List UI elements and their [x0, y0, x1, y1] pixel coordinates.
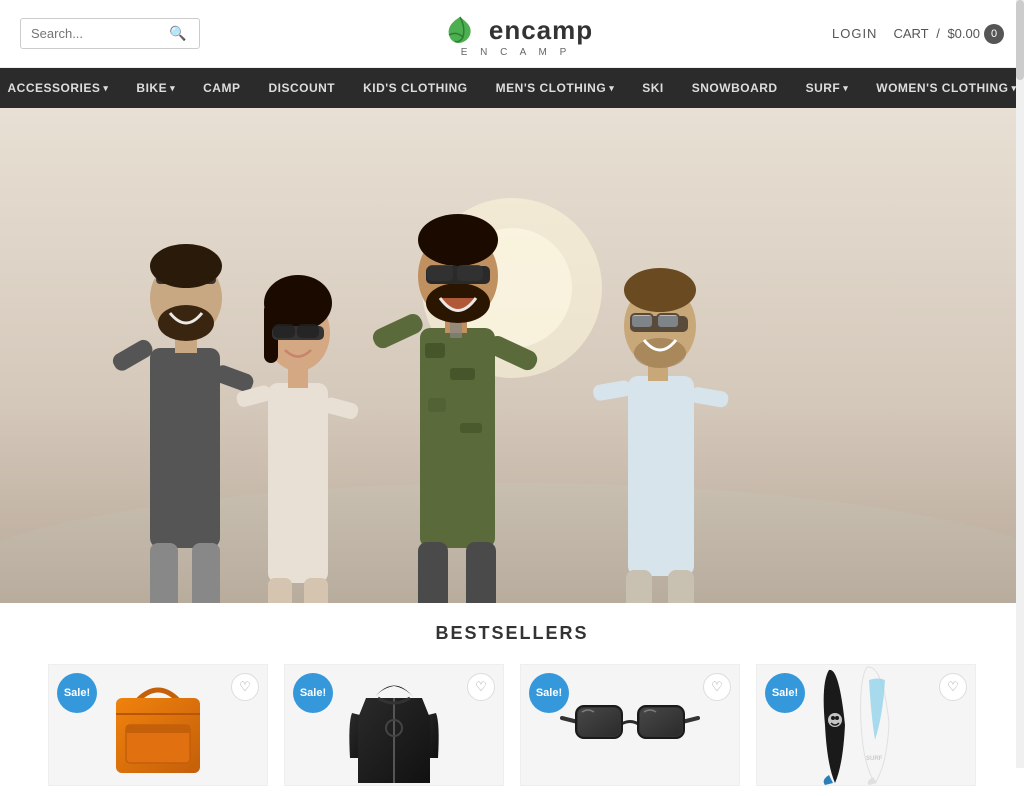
hero-banner	[0, 108, 1024, 603]
heart-icon-4: ♡	[947, 679, 959, 695]
wishlist-button-3[interactable]: ♡	[703, 673, 731, 701]
login-link[interactable]: LOGIN	[832, 26, 877, 41]
cart-link[interactable]: CART / $0.00 0	[893, 24, 1004, 44]
chevron-down-icon-bike: ▾	[170, 83, 175, 94]
heart-icon-3: ♡	[711, 679, 723, 695]
search-form[interactable]: 🔍	[20, 18, 200, 49]
product-image-area-4: Sale! ♡ SUR	[757, 665, 975, 785]
nav-label-camp: CAMP	[203, 81, 240, 95]
site-logo[interactable]: encamp E N C A M P	[439, 9, 593, 58]
site-header: 🔍 encamp E N C A M P LOGIN CART / $0.00 …	[0, 0, 1024, 68]
scrollbar-thumb[interactable]	[1016, 0, 1024, 80]
nav-label-ski: SKI	[642, 81, 664, 95]
scrollbar-track	[1016, 0, 1024, 768]
wishlist-button-4[interactable]: ♡	[939, 673, 967, 701]
nav-label-bike: BIKE	[136, 81, 167, 95]
nav-item-ski[interactable]: SKI	[628, 68, 678, 108]
wishlist-button-1[interactable]: ♡	[231, 673, 259, 701]
svg-text:SURF: SURF	[866, 756, 883, 762]
hero-image	[0, 108, 1024, 603]
cart-price: $0.00	[947, 26, 980, 41]
nav-label-discount: DISCOUNT	[268, 81, 335, 95]
nav-item-womens-clothing[interactable]: WOMEN'S CLOTHING ▾	[862, 68, 1024, 108]
sale-badge-3: Sale!	[529, 673, 569, 713]
logo-tagline: E N C A M P	[461, 47, 572, 58]
nav-label-kids-clothing: KID'S CLOTHING	[363, 81, 468, 95]
wishlist-button-2[interactable]: ♡	[467, 673, 495, 701]
nav-item-surf[interactable]: SURF ▾	[792, 68, 863, 108]
logo-image-wrap: encamp	[439, 9, 593, 51]
cart-label: CART	[893, 26, 928, 41]
nav-label-snowboard: SNOWBOARD	[692, 81, 778, 95]
sunglasses-product-image	[560, 690, 700, 760]
nav-item-bike[interactable]: BIKE ▾	[122, 68, 189, 108]
logo-leaf-icon	[439, 9, 481, 51]
nav-item-mens-clothing[interactable]: MEN'S CLOTHING ▾	[482, 68, 629, 108]
header-actions: LOGIN CART / $0.00 0	[832, 24, 1004, 44]
product-image-area-3: Sale! ♡	[521, 665, 739, 785]
nav-label-surf: SURF	[806, 81, 841, 95]
jacket-product-image	[344, 668, 444, 783]
sale-badge-2: Sale!	[293, 673, 333, 713]
cart-count-badge: 0	[984, 24, 1004, 44]
nav-item-accessories[interactable]: ACCESSORIES ▾	[0, 68, 122, 108]
search-button[interactable]: 🔍	[161, 19, 194, 48]
nav-item-camp[interactable]: CAMP	[189, 68, 254, 108]
nav-label-accessories: ACCESSORIES	[8, 81, 101, 95]
logo-text-group: encamp	[489, 15, 593, 46]
nav-label-womens-clothing: WOMEN'S CLOTHING	[876, 81, 1008, 95]
bestsellers-section: BESTSELLERS Sale! ♡	[0, 603, 1024, 796]
bag-product-image	[108, 670, 208, 780]
search-icon: 🔍	[169, 25, 186, 41]
product-image-area-2: Sale! ♡	[285, 665, 503, 785]
search-input[interactable]	[21, 20, 161, 47]
chevron-down-icon-mens: ▾	[609, 83, 614, 94]
cart-separator: /	[933, 26, 944, 41]
nav-item-discount[interactable]: DISCOUNT	[254, 68, 349, 108]
nav-item-kids-clothing[interactable]: KID'S CLOTHING	[349, 68, 482, 108]
chevron-down-icon-surf: ▾	[843, 83, 848, 94]
hero-background	[0, 108, 1024, 603]
heart-icon-1: ♡	[239, 679, 251, 695]
sale-badge-4: Sale!	[765, 673, 805, 713]
sale-badge-1: Sale!	[57, 673, 97, 713]
heart-icon-2: ♡	[475, 679, 487, 695]
product-image-area-1: Sale! ♡	[49, 665, 267, 785]
chevron-down-icon: ▾	[103, 83, 108, 94]
surfboard-product-image: SURF	[811, 665, 921, 785]
bestsellers-title: BESTSELLERS	[20, 623, 1004, 644]
nav-item-snowboard[interactable]: SNOWBOARD	[678, 68, 792, 108]
main-navigation: ACCESSORIES ▾ BIKE ▾ CAMP DISCOUNT KID'S…	[0, 68, 1024, 108]
logo-brand-name: encamp	[489, 15, 593, 46]
nav-label-mens-clothing: MEN'S CLOTHING	[496, 81, 607, 95]
